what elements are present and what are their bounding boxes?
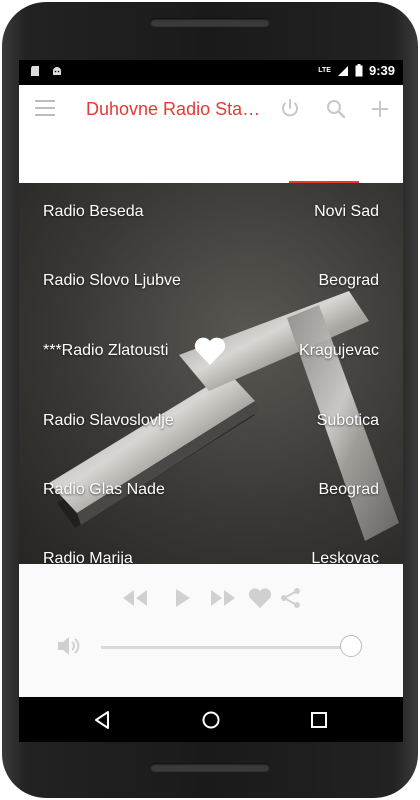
rewind-icon[interactable]	[121, 586, 149, 610]
power-icon[interactable]	[278, 97, 302, 121]
volume-slider-thumb[interactable]	[340, 635, 362, 657]
station-city: Subotica	[316, 412, 379, 429]
sd-card-icon	[31, 66, 39, 76]
station-city: Beograd	[318, 272, 380, 289]
status-time: 9:39	[368, 63, 395, 78]
station-name: Radio Beseda	[43, 203, 144, 220]
page-title: Duhovne Radio Sta…	[86, 99, 261, 119]
player-panel	[19, 564, 403, 697]
station-city: Kragujevac	[298, 342, 379, 359]
menu-icon[interactable]	[35, 100, 55, 118]
favorite-heart-icon[interactable]	[193, 336, 227, 366]
list-item[interactable]: Radio Marija Leskovac	[19, 538, 403, 564]
banner-area	[47, 133, 373, 186]
search-icon[interactable]	[324, 97, 348, 121]
play-icon[interactable]	[169, 586, 197, 610]
list-item[interactable]: Radio Slovo Ljubve Beograd	[19, 260, 403, 300]
list-item[interactable]: ***Radio Zlatousti Kragujevac	[19, 330, 403, 370]
station-name: Radio Glas Nade	[43, 481, 165, 498]
add-icon[interactable]	[368, 97, 392, 121]
station-list[interactable]: Radio Beseda Novi Sad Radio Slovo Ljubve…	[19, 183, 403, 564]
home-icon[interactable]	[200, 709, 222, 731]
list-item[interactable]: Radio Beseda Novi Sad	[19, 191, 403, 231]
station-name: Radio Slovo Ljubve	[43, 272, 181, 289]
back-icon[interactable]	[91, 709, 113, 731]
status-bar: LTE 9:39	[19, 60, 403, 85]
station-city: Beograd	[318, 481, 380, 498]
toolbar: Duhovne Radio Sta…	[19, 85, 403, 133]
phone-frame: LTE 9:39 Duhovne Radio Sta… Radio Beseda…	[0, 0, 420, 800]
battery-icon	[355, 64, 363, 77]
signal-icon	[337, 65, 348, 76]
share-icon[interactable]	[277, 586, 305, 610]
top-speaker-grille	[150, 18, 270, 27]
station-name: Radio Slavoslovlje	[43, 412, 174, 429]
device-screen: LTE 9:39 Duhovne Radio Sta… Radio Beseda…	[19, 60, 403, 742]
heart-icon[interactable]	[246, 586, 274, 610]
list-item[interactable]: Radio Glas Nade Beograd	[19, 469, 403, 509]
bottom-speaker-grille	[150, 763, 270, 772]
app-window: Duhovne Radio Sta… Radio Beseda Novi Sad…	[19, 85, 403, 697]
navigation-bar	[19, 697, 403, 742]
station-city: Leskovac	[311, 550, 379, 564]
android-icon	[53, 67, 61, 75]
station-name: ***Radio Zlatousti	[43, 342, 169, 359]
list-item[interactable]: Radio Slavoslovlje Subotica	[19, 400, 403, 440]
station-city: Novi Sad	[314, 203, 379, 220]
station-name: Radio Marija	[43, 550, 133, 564]
network-type-label: LTE	[318, 66, 331, 74]
volume-icon[interactable]	[55, 634, 83, 658]
recents-icon[interactable]	[308, 709, 330, 731]
volume-slider-track[interactable]	[101, 646, 351, 649]
fast-forward-icon[interactable]	[209, 586, 237, 610]
